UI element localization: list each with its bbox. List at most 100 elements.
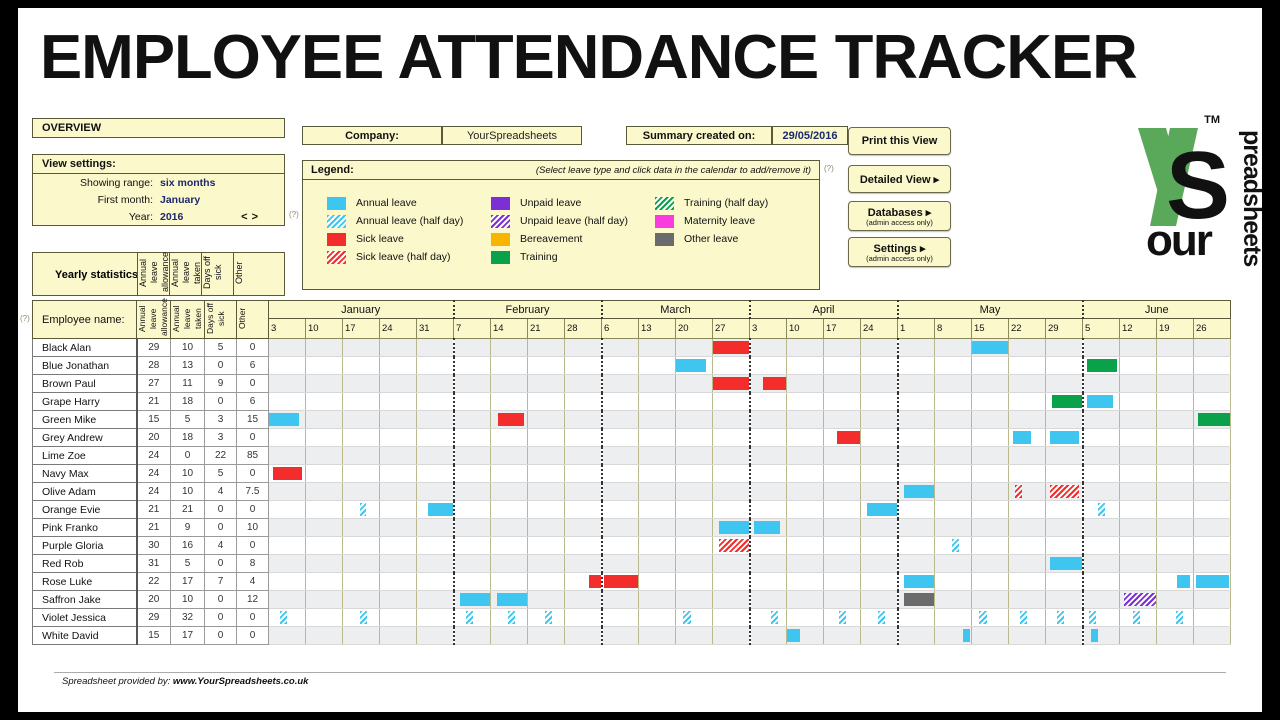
employee-name-cell[interactable]: Rose Luke [32,572,138,591]
calendar-cell[interactable] [1156,572,1194,591]
calendar-cell[interactable] [305,428,343,447]
calendar-cell[interactable] [638,590,676,609]
week-header[interactable]: 20 [675,318,713,339]
calendar-cell[interactable] [749,536,787,555]
calendar-cell[interactable] [823,338,861,357]
employee-name-cell[interactable]: Red Rob [32,554,138,573]
calendar-cell[interactable] [527,536,565,555]
calendar-cell[interactable] [823,464,861,483]
calendar-cell[interactable] [638,500,676,519]
calendar-cell[interactable] [342,590,380,609]
calendar-cell[interactable] [1156,500,1194,519]
calendar-cell[interactable] [453,428,491,447]
calendar-cell[interactable] [305,410,343,429]
calendar-cell[interactable] [527,356,565,375]
calendar-cell[interactable] [675,482,713,501]
calendar-cell[interactable] [897,356,935,375]
calendar-cell[interactable] [305,374,343,393]
leave-block-annual[interactable] [754,521,781,534]
leave-block-annual[interactable] [951,539,960,552]
calendar-cell[interactable] [786,626,824,645]
calendar-cell[interactable] [268,338,306,357]
calendar-cell[interactable] [1008,626,1046,645]
leave-block-training[interactable] [1087,359,1117,372]
week-header[interactable]: 8 [934,318,972,339]
summary-created-value[interactable]: 29/05/2016 [772,126,848,145]
calendar-cell[interactable] [675,338,713,357]
calendar-cell[interactable] [860,374,899,393]
calendar-cell[interactable] [897,554,935,573]
calendar-cell[interactable] [342,572,380,591]
calendar-cell[interactable] [897,392,935,411]
calendar-cell[interactable] [934,356,972,375]
leave-block-sick[interactable] [272,467,303,480]
table-row[interactable]: Olive Adam 24 10 4 7.5 [32,482,1231,501]
calendar-cell[interactable] [342,428,380,447]
calendar-cell[interactable] [971,482,1009,501]
calendar-cell[interactable] [897,338,935,357]
leave-block-annual[interactable] [676,359,706,372]
leave-block-annual[interactable] [904,575,934,588]
calendar-cell[interactable] [786,482,824,501]
calendar-cell[interactable] [601,518,639,537]
leave-block-sick[interactable] [718,539,748,552]
year-prev-button[interactable]: < [241,211,251,223]
leave-block-annual[interactable] [979,611,987,624]
leave-block-annual[interactable] [1175,611,1183,624]
leave-block-annual[interactable] [428,503,452,516]
calendar-cell[interactable] [1119,464,1157,483]
calendar-cell[interactable] [971,554,1009,573]
calendar-cell[interactable] [971,500,1009,519]
leave-block-training[interactable] [1051,395,1081,408]
calendar-cell[interactable] [453,374,491,393]
calendar-cell[interactable] [1119,536,1157,555]
leave-block-sick[interactable] [498,413,525,426]
calendar-cell[interactable] [527,572,565,591]
calendar-cell[interactable] [823,608,861,627]
calendar-cell[interactable] [305,536,343,555]
calendar-cell[interactable] [675,536,713,555]
calendar-cell[interactable] [342,356,380,375]
calendar-cell[interactable] [1156,374,1194,393]
calendar-cell[interactable] [860,626,899,645]
calendar-cell[interactable] [823,428,861,447]
calendar-cell[interactable] [342,410,380,429]
calendar-cell[interactable] [379,356,417,375]
calendar-cell[interactable] [638,446,676,465]
calendar-cell[interactable] [934,626,972,645]
calendar-cell[interactable] [416,338,455,357]
calendar-cell[interactable] [749,482,787,501]
leave-block-annual[interactable] [359,611,368,624]
calendar-cell[interactable] [416,554,455,573]
week-header[interactable]: 13 [638,318,676,339]
calendar-cell[interactable] [1193,500,1231,519]
leave-block-sick[interactable] [1049,485,1080,498]
calendar-cell[interactable] [1045,392,1084,411]
calendar-cell[interactable] [897,608,935,627]
calendar-cell[interactable] [564,356,603,375]
calendar-cell[interactable] [675,590,713,609]
calendar-cell[interactable] [379,608,417,627]
calendar-cell[interactable] [712,518,751,537]
calendar-cell[interactable] [1008,464,1046,483]
week-header[interactable]: 12 [1119,318,1157,339]
calendar-cell[interactable] [712,536,751,555]
calendar-cell[interactable] [638,464,676,483]
week-header[interactable]: 26 [1193,318,1231,339]
calendar-cell[interactable] [934,392,972,411]
calendar-cell[interactable] [823,554,861,573]
calendar-cell[interactable] [527,518,565,537]
calendar-cell[interactable] [1119,446,1157,465]
calendar-cell[interactable] [1008,374,1046,393]
calendar-cell[interactable] [860,464,899,483]
calendar-cell[interactable] [786,338,824,357]
calendar-cell[interactable] [897,410,935,429]
calendar-cell[interactable] [1193,356,1231,375]
calendar-cell[interactable] [712,482,751,501]
calendar-cell[interactable] [564,410,603,429]
calendar-cell[interactable] [1119,608,1157,627]
calendar-cell[interactable] [416,356,455,375]
calendar-cell[interactable] [1119,338,1157,357]
calendar-cell[interactable] [1045,626,1084,645]
calendar-cell[interactable] [453,446,491,465]
